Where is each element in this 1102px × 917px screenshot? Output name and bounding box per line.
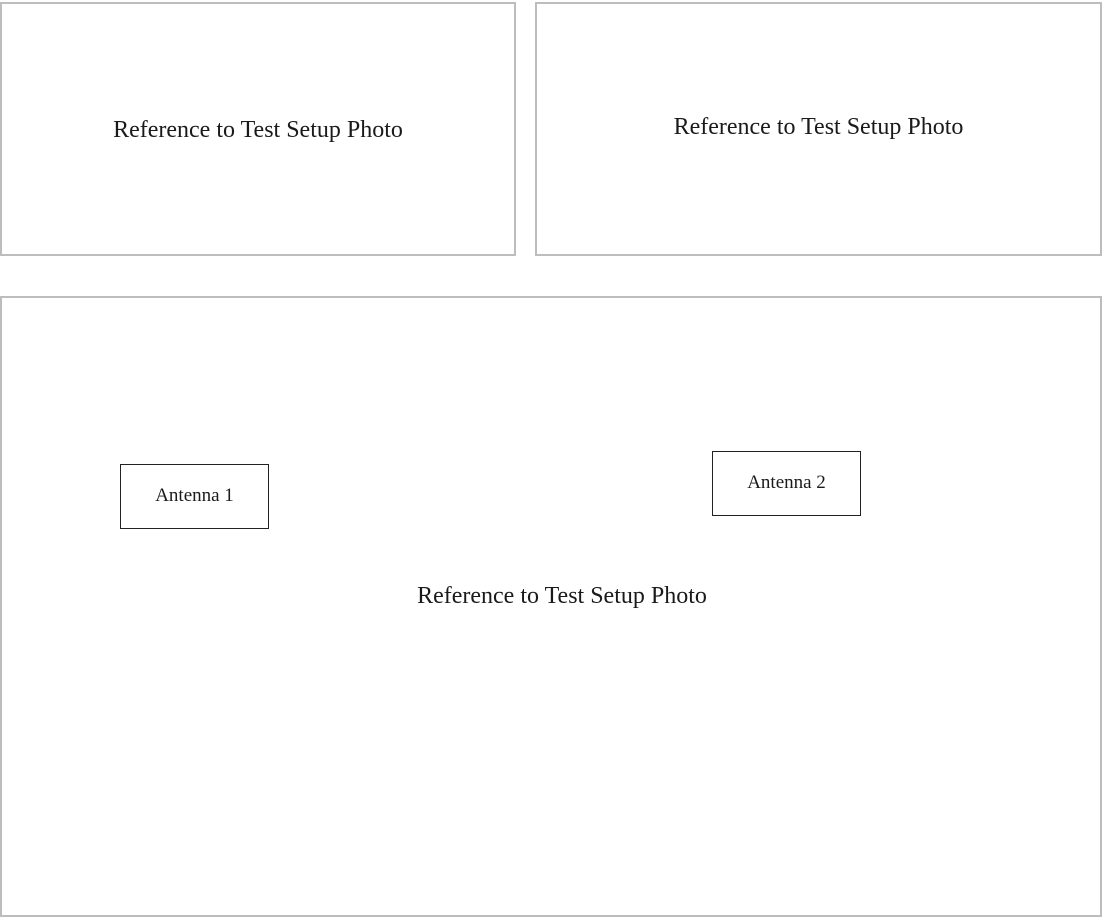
- antenna-1-label: Antenna 1: [120, 464, 269, 529]
- antenna-2-label: Antenna 2: [712, 451, 861, 516]
- setup-photo-placeholder-top-right: Reference to Test Setup Photo: [535, 2, 1102, 256]
- photo-caption: Reference to Test Setup Photo: [673, 114, 964, 140]
- setup-photo-placeholder-bottom: Antenna 1 Antenna 2 Reference to Test Se…: [0, 296, 1102, 917]
- photo-caption: Reference to Test Setup Photo: [113, 117, 403, 143]
- setup-photo-placeholder-top-left: Reference to Test Setup Photo: [0, 2, 516, 256]
- photo-caption: Reference to Test Setup Photo: [417, 583, 707, 609]
